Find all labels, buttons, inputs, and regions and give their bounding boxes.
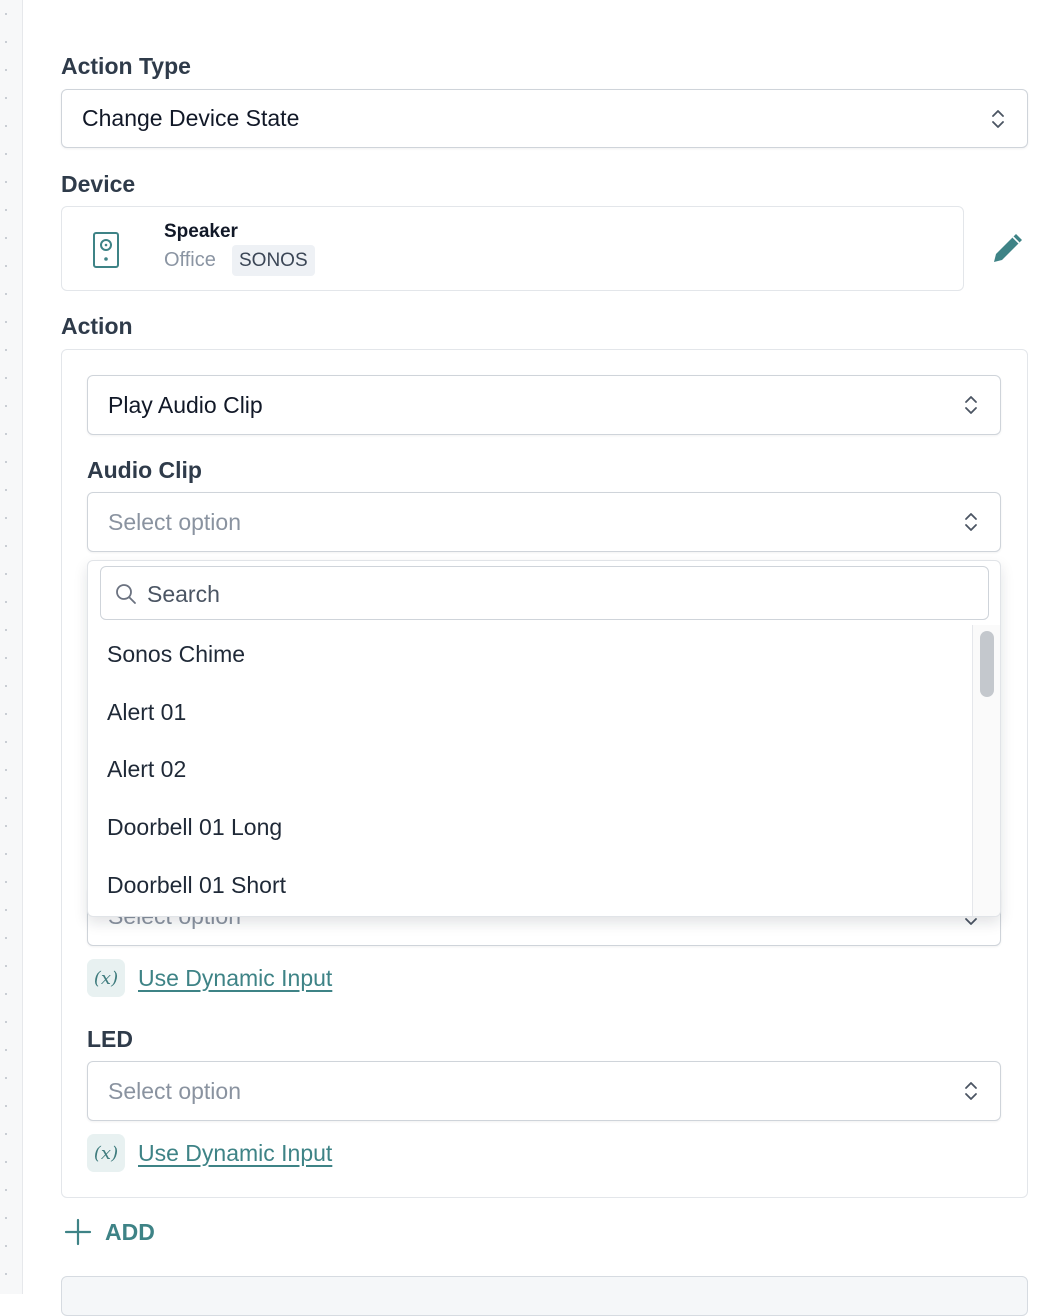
action-type-label: Action Type <box>61 53 191 79</box>
plus-icon <box>64 1218 92 1246</box>
dropdown-search-input[interactable] <box>145 575 969 613</box>
variable-icon: (x) <box>87 1134 125 1172</box>
search-icon <box>116 584 136 604</box>
dropdown-option[interactable]: Doorbell 01 Long <box>88 798 972 856</box>
dropdown-option[interactable]: Alert 02 <box>88 740 972 798</box>
add-label: ADD <box>105 1218 155 1245</box>
audio-clip-dropdown: Sonos Chime Alert 01 Alert 02 Doorbell 0… <box>87 560 1001 917</box>
dropdown-scroll-thumb[interactable] <box>980 631 994 697</box>
audio-clip-placeholder: Select option <box>108 508 241 535</box>
rail-dots <box>5 0 7 1294</box>
dropdown-option[interactable]: Alert 01 <box>88 683 972 741</box>
add-button[interactable]: ADD <box>64 1212 155 1252</box>
chevron-up-down-icon <box>965 1082 977 1100</box>
dropdown-option[interactable]: Doorbell 01 Short <box>88 856 972 914</box>
variable-icon: (x) <box>87 959 125 997</box>
action-type-value: Change Device State <box>82 105 300 131</box>
action-label: Action <box>61 313 133 339</box>
dropdown-search-box <box>100 566 989 620</box>
speaker-icon <box>93 232 119 268</box>
chevron-up-down-icon <box>965 396 977 414</box>
use-dynamic-input-link[interactable]: Use Dynamic Input <box>138 1140 332 1167</box>
left-rail <box>0 0 23 1294</box>
action-type-select[interactable]: Change Device State <box>61 89 1028 148</box>
device-brand-badge: SONOS <box>232 245 315 276</box>
dynamic-input-row-1: (x) Use Dynamic Input <box>87 958 332 998</box>
dropdown-scrollbar[interactable] <box>972 625 1000 916</box>
audio-clip-label: Audio Clip <box>87 457 202 483</box>
device-name: Speaker <box>164 221 238 242</box>
chevron-up-down-icon <box>992 109 1004 128</box>
led-select[interactable]: Select option <box>87 1061 1001 1121</box>
device-location: Office <box>164 249 216 271</box>
use-dynamic-input-link[interactable]: Use Dynamic Input <box>138 965 332 992</box>
next-section-panel <box>61 1276 1028 1316</box>
device-label: Device <box>61 171 136 197</box>
dropdown-option[interactable]: Sonos Chime <box>88 625 972 683</box>
dynamic-input-row-2: (x) Use Dynamic Input <box>87 1133 332 1173</box>
action-value: Play Audio Clip <box>108 391 263 418</box>
led-label: LED <box>87 1026 133 1052</box>
action-select[interactable]: Play Audio Clip <box>87 375 1001 435</box>
edit-pencil-icon[interactable] <box>988 228 1028 268</box>
led-placeholder: Select option <box>108 1077 241 1104</box>
device-card: Speaker Office SONOS <box>61 206 964 291</box>
audio-clip-select[interactable]: Select option <box>87 492 1001 552</box>
chevron-up-down-icon <box>965 513 977 531</box>
